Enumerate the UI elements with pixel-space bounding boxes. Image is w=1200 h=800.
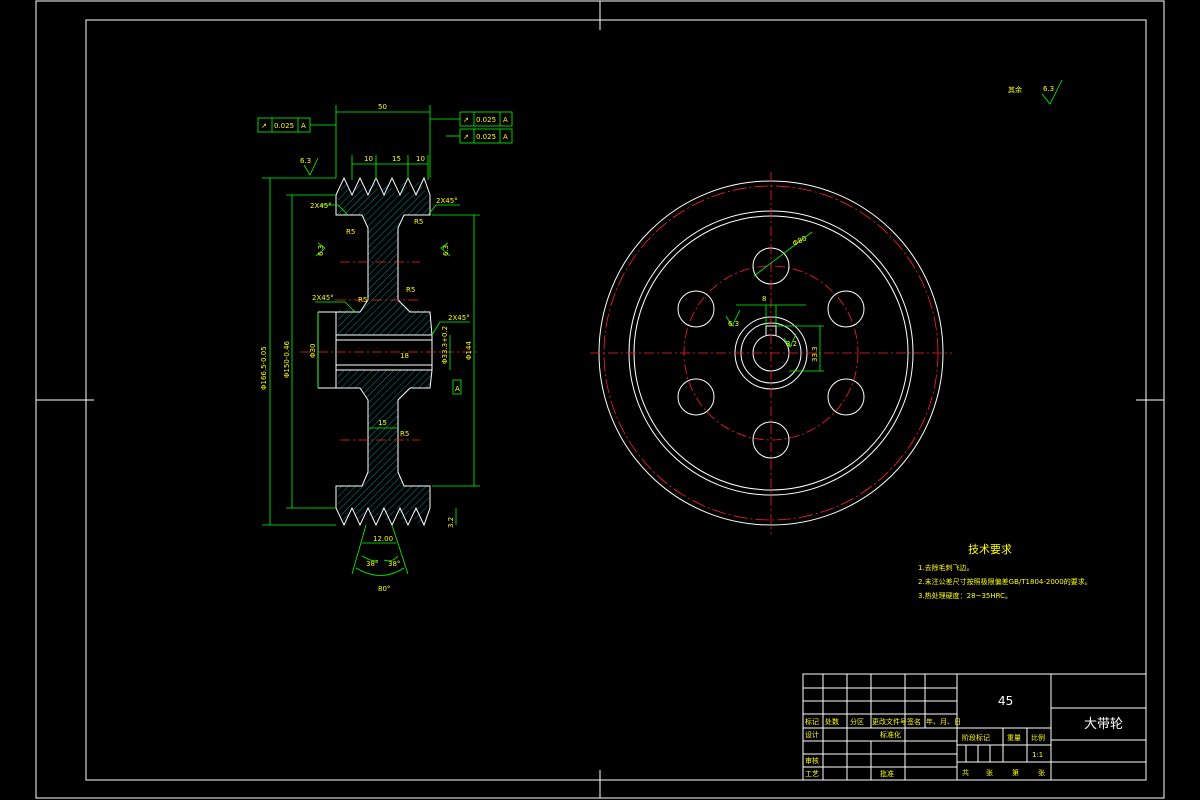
chamfer-ml-text: 2X45°: [312, 294, 334, 302]
leader-angle-l: [351, 524, 367, 575]
rough-right-text: 6.3: [442, 245, 450, 256]
rough-front-2-text: 3.2: [786, 340, 797, 348]
hole-5: [677, 378, 715, 416]
leader-chamfer-tr: [427, 204, 460, 216]
sheet-border: [35, 0, 1165, 799]
dim-hub-r2-text: Φ144: [465, 341, 473, 360]
tb-label-0: 标记: [805, 717, 819, 726]
web-r2-text: R5: [406, 286, 415, 294]
tb-label-3: 更改文件号: [872, 717, 907, 726]
tb-process: 工艺: [805, 770, 819, 778]
tol3-text: 0.025: [476, 133, 496, 141]
dim-hub-r1-text: Φ33.3+0.2: [441, 326, 449, 364]
dim-bore-text: Φ30: [309, 344, 317, 358]
tech-requirements: 技术要求 1.去除毛刺飞边。 2.未注公差尺寸按照极限偏差GB/T1804-20…: [918, 543, 1092, 600]
tb-label-5: 年、月、日: [926, 717, 961, 726]
key-width-text: 8: [762, 295, 766, 303]
tol1-text: 0.025: [274, 122, 294, 130]
dim-g3-text: 10: [416, 155, 425, 163]
dim-width-text: 50: [378, 103, 387, 111]
tb-label-4: 签名: [907, 717, 921, 726]
tb-stage: 阶段标记: [962, 733, 990, 742]
hatch-lower: [338, 370, 432, 525]
groove-angle-l: 38°: [366, 560, 378, 568]
dim-g1-text: 10: [364, 155, 373, 163]
tech-item-3: 3.热处理硬度：28~35HRC。: [918, 591, 1012, 600]
web-r-text: R5: [358, 296, 367, 304]
other-label: 其余: [1008, 85, 1022, 94]
dim-web-text: 15: [378, 419, 387, 427]
tb-review: 审核: [805, 756, 819, 765]
tol-frame-2: [430, 111, 513, 127]
tb-sheet-2: 第: [1012, 768, 1019, 777]
tb-weight: 重量: [1007, 734, 1021, 742]
web-r3-text: R5: [400, 430, 409, 438]
key-depth-text: 33.3: [811, 346, 819, 362]
tol1-ref: A: [301, 122, 306, 130]
tol2-sym: ↗: [463, 116, 469, 124]
chamfer-tr-text: 2X45°: [436, 197, 458, 205]
front-view: Φ80 8 33.3 6.3 3.2: [590, 172, 952, 534]
tb-sheet-1: 张: [986, 768, 993, 777]
groove-angle-r: 38°: [388, 560, 400, 568]
section-view: 50 10 15 10 6.3 2X45° 2X45° 2X45° 2X45° …: [257, 103, 513, 593]
tb-label-2: 分区: [850, 717, 864, 726]
tb-design: 设计: [805, 730, 819, 739]
dim-outer-text: Φ166.5-0.05: [260, 346, 268, 390]
bottom-angle-text: 80°: [378, 585, 390, 593]
tb-sheet-0: 共: [962, 768, 969, 777]
rough-left-text: 6.3: [317, 245, 325, 256]
rough-top-text: 6.3: [300, 157, 311, 165]
dim-mid-text: Φ150-0.46: [283, 340, 291, 378]
groove-top-text: 12.00: [373, 535, 393, 543]
tol2-text: 0.025: [476, 116, 496, 124]
tb-standard: 标准化: [880, 730, 901, 739]
hole-dia-text: Φ80: [791, 234, 807, 247]
title-block: 45 大带轮 标记 处数 分区 更改文件号 签名 年、月、日 设计 标准化 审核…: [802, 673, 1147, 781]
part-name-text: 大带轮: [1084, 717, 1123, 732]
tol1-sym: ↗: [261, 122, 267, 130]
tech-item-1: 1.去除毛刺飞边。: [918, 563, 974, 572]
datum-text: A: [455, 385, 460, 393]
radius-l-text: R5: [346, 228, 355, 236]
material-text: 45: [998, 694, 1013, 708]
tech-title: 技术要求: [968, 543, 1012, 556]
tol-frame-1: [257, 117, 336, 133]
rough-front-text: 6.3: [728, 320, 739, 328]
tol3-ref: A: [503, 133, 508, 141]
other-rough: 6.3: [1043, 85, 1054, 93]
hole-3: [827, 378, 865, 416]
tol2-ref: A: [503, 116, 508, 124]
tb-label-1: 处数: [825, 717, 839, 726]
arc-80: [355, 567, 405, 576]
roughness-note: 其余 6.3: [1008, 79, 1063, 105]
dim-small-right-text: 3.2: [447, 517, 455, 528]
outer-frame: [35, 0, 1165, 799]
leader-chamfer-mr: [431, 321, 470, 336]
tol3-sym: ↗: [463, 133, 469, 141]
chamfer-tl-text: 2X45°: [310, 202, 332, 210]
tb-approve: 批准: [880, 769, 894, 778]
inner-frame: [85, 19, 1147, 781]
drawing-canvas: 50 10 15 10 6.3 2X45° 2X45° 2X45° 2X45° …: [35, 0, 1165, 799]
tech-item-2: 2.未注公差尺寸按照极限偏差GB/T1804-2000的要求。: [918, 577, 1092, 586]
chamfer-mr-text: 2X45°: [448, 314, 470, 322]
tb-scale: 1:1: [1032, 751, 1043, 759]
tb-scale-label: 比例: [1031, 733, 1045, 742]
dim-slot-text: 18: [400, 352, 409, 360]
dim-g2-text: 15: [392, 155, 401, 163]
radius-r-text: R5: [414, 218, 423, 226]
tb-sheet-3: 张: [1038, 768, 1045, 777]
